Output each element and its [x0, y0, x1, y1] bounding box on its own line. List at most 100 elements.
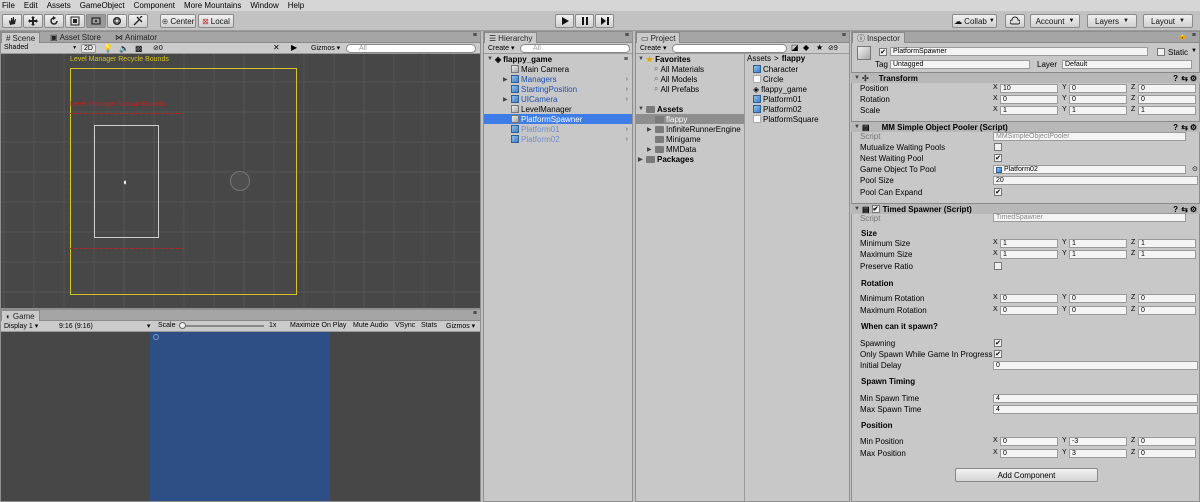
min-time-input[interactable]: 4: [993, 394, 1198, 403]
hierarchy-item[interactable]: Platform02 ›: [484, 134, 632, 144]
camera-icon[interactable]: ▶: [291, 43, 297, 52]
menu-item-edit[interactable]: Edit: [24, 1, 38, 10]
max-rotation-y-input[interactable]: 0: [1069, 306, 1127, 315]
menu-item-gameobject[interactable]: GameObject: [80, 1, 125, 10]
help-icon[interactable]: ?: [1173, 74, 1178, 83]
chevron-right-icon[interactable]: ›: [626, 86, 628, 93]
pivot-center-button[interactable]: ⊕ Center: [160, 14, 196, 28]
hierarchy-item[interactable]: LevelManager: [484, 104, 632, 114]
breadcrumb-flappy[interactable]: flappy: [782, 54, 806, 63]
add-component-button[interactable]: Add Component: [955, 468, 1098, 482]
panel-menu-icon[interactable]: ≡: [473, 32, 477, 39]
chevron-right-icon[interactable]: ›: [626, 126, 628, 133]
cloud-button[interactable]: [1005, 14, 1025, 28]
max-position-y-input[interactable]: 3: [1069, 449, 1127, 458]
chevron-down-icon[interactable]: ▼: [1191, 48, 1197, 54]
scene-search-input[interactable]: All: [346, 44, 476, 53]
file-item[interactable]: Platform02: [745, 104, 849, 114]
scale-y-input[interactable]: 1: [1069, 106, 1127, 115]
assets-root-row[interactable]: ▼ Assets: [636, 104, 744, 114]
bird-sprite[interactable]: ◖: [122, 177, 127, 187]
spawner-gizmo[interactable]: [230, 171, 250, 191]
tab-asset-store[interactable]: ▣ Asset Store: [46, 32, 105, 43]
menu-item-component[interactable]: Component: [134, 1, 175, 10]
min-size-y-input[interactable]: 1: [1069, 239, 1127, 248]
max-time-input[interactable]: 4: [993, 405, 1198, 414]
min-position-x-input[interactable]: 0: [1000, 437, 1058, 446]
position-y-input[interactable]: 0: [1069, 84, 1127, 93]
panel-menu-icon[interactable]: ≡: [1192, 32, 1196, 39]
rotation-z-input[interactable]: 0: [1138, 95, 1196, 104]
2d-toggle[interactable]: 2D: [81, 44, 96, 53]
scale-tool-button[interactable]: [65, 14, 85, 28]
min-rotation-z-input[interactable]: 0: [1138, 294, 1196, 303]
max-position-x-input[interactable]: 0: [1000, 449, 1058, 458]
chevron-right-icon[interactable]: ›: [626, 96, 628, 103]
initial-delay-input[interactable]: 0: [993, 361, 1198, 370]
stats-toggle[interactable]: Stats: [421, 322, 437, 329]
lock-icon[interactable]: 🔒: [1178, 32, 1187, 40]
scale-slider-handle[interactable]: [179, 322, 186, 329]
step-button[interactable]: [595, 14, 614, 28]
scene-root-row[interactable]: ▼ ◈ flappy_game ≡: [484, 54, 632, 64]
object-name-input[interactable]: PlatformSpawner: [890, 47, 1148, 56]
tab-animator[interactable]: ⋈ Animator: [111, 32, 161, 43]
nest-checkbox[interactable]: ✔: [994, 154, 1002, 162]
hierarchy-item[interactable]: ▶ Managers ›: [484, 74, 632, 84]
scale-x-input[interactable]: 1: [1000, 106, 1058, 115]
min-rotation-y-input[interactable]: 0: [1069, 294, 1127, 303]
file-item[interactable]: ◈ flappy_game: [745, 84, 849, 94]
tools-icon[interactable]: ✕: [273, 43, 280, 52]
panel-menu-icon[interactable]: ≡: [842, 32, 846, 39]
rect-tool-button[interactable]: [86, 14, 106, 28]
collab-button[interactable]: ☁ Collab ▼: [952, 14, 997, 28]
hierarchy-search-input[interactable]: All: [520, 44, 630, 53]
audio-icon[interactable]: 🔈: [119, 44, 129, 53]
folder-item[interactable]: flappy: [636, 114, 744, 124]
scene-view[interactable]: Level Manager Recycle Bounds Level Manag…: [1, 54, 480, 308]
mutualize-checkbox[interactable]: [994, 143, 1002, 151]
file-item[interactable]: Platform01: [745, 94, 849, 104]
pool-expand-checkbox[interactable]: ✔: [994, 188, 1002, 196]
menu-item-more-mountains[interactable]: More Mountains: [184, 1, 241, 10]
project-search-input[interactable]: [672, 44, 787, 53]
tag-dropdown[interactable]: Untagged: [890, 60, 1030, 69]
scene-menu-icon[interactable]: ≡: [624, 56, 628, 63]
spawner-script-field[interactable]: TimedSpawner: [993, 213, 1186, 222]
display-dropdown[interactable]: Display 1 ▾: [4, 322, 38, 330]
folder-item[interactable]: ▶ InfiniteRunnerEngine: [636, 124, 744, 134]
max-size-x-input[interactable]: 1: [1000, 250, 1058, 259]
expand-arrow-icon[interactable]: ▶: [647, 146, 655, 153]
favorite-item[interactable]: ⌕ All Models: [636, 74, 744, 84]
expand-arrow-icon[interactable]: ▶: [503, 76, 511, 83]
game-object-field[interactable]: Platform02: [993, 165, 1186, 174]
max-size-y-input[interactable]: 1: [1069, 250, 1127, 259]
menu-item-file[interactable]: File: [2, 1, 15, 10]
min-size-x-input[interactable]: 1: [1000, 239, 1058, 248]
aspect-dropdown[interactable]: 9:16 (9:16) ▾: [59, 322, 150, 330]
tab-game[interactable]: ◐ Game: [1, 310, 40, 321]
rotation-x-input[interactable]: 0: [1000, 95, 1058, 104]
settings-gear-icon[interactable]: ⚙: [1190, 74, 1197, 83]
pivot-local-button[interactable]: ⊠ Local: [198, 14, 234, 28]
min-position-z-input[interactable]: 0: [1138, 437, 1196, 446]
vsync-toggle[interactable]: VSync: [395, 322, 415, 329]
hidden-packages-toggle[interactable]: ⊘9: [828, 44, 838, 52]
scale-slider[interactable]: [179, 325, 264, 327]
max-rotation-z-input[interactable]: 0: [1138, 306, 1196, 315]
mute-audio-toggle[interactable]: Mute Audio: [353, 322, 388, 329]
folder-item[interactable]: Minigame: [636, 134, 744, 144]
min-rotation-x-input[interactable]: 0: [1000, 294, 1058, 303]
project-create-dropdown[interactable]: Create ▾: [640, 44, 666, 52]
transform-header[interactable]: ▼ ✣ Transform ? ⇆ ⚙: [851, 72, 1200, 83]
folder-item[interactable]: ▶ MMData: [636, 144, 744, 154]
shading-dropdown[interactable]: Shaded ▼: [4, 44, 77, 51]
game-view[interactable]: [1, 332, 480, 501]
preserve-checkbox[interactable]: [994, 262, 1002, 270]
hierarchy-item[interactable]: StartingPosition ›: [484, 84, 632, 94]
pool-size-input[interactable]: 20: [993, 176, 1198, 185]
hierarchy-item[interactable]: PlatformSpawner: [484, 114, 632, 124]
hierarchy-item[interactable]: Main Camera: [484, 64, 632, 74]
layer-dropdown[interactable]: Default: [1062, 60, 1192, 69]
layout-dropdown[interactable]: Layout ▼: [1143, 14, 1193, 28]
